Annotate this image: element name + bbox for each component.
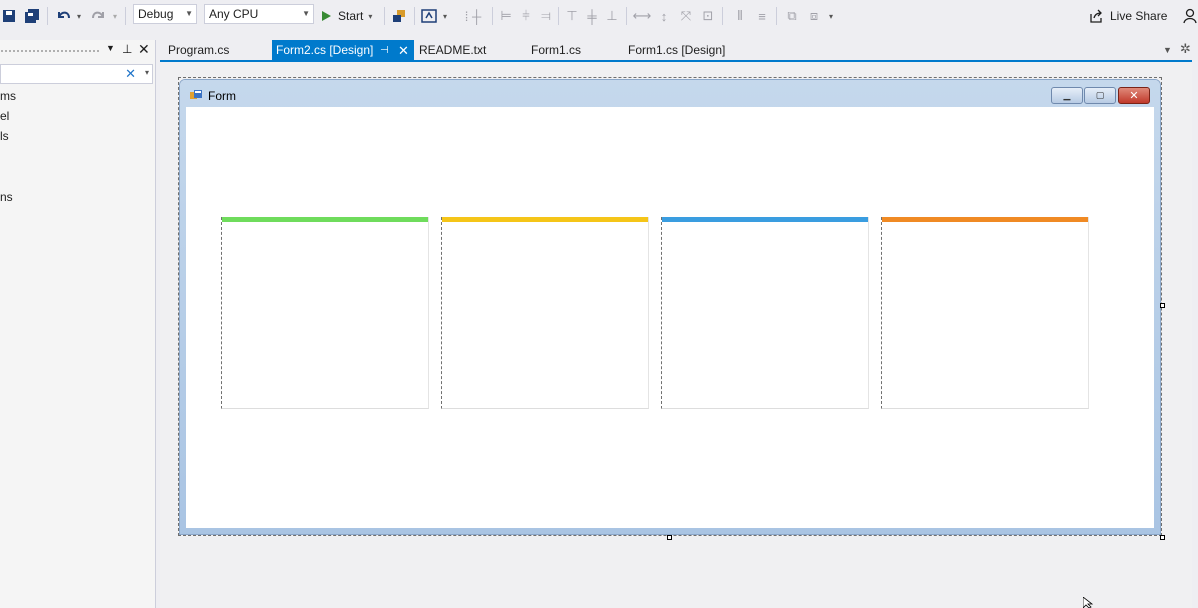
pin-icon[interactable]: ⊥ [122, 42, 132, 56]
form-icon [190, 90, 202, 99]
browser-link-icon[interactable] [390, 6, 408, 26]
save-icon[interactable] [0, 6, 18, 26]
redo-dropdown-icon[interactable]: ▾ [110, 6, 120, 26]
tree-item[interactable]: ms [0, 89, 16, 103]
size-to-grid-icon[interactable]: ⤧ [676, 6, 696, 26]
platform-value: Any CPU [209, 7, 259, 21]
live-share-button[interactable]: Live Share [1088, 6, 1170, 26]
resize-handle-right[interactable] [1160, 303, 1165, 308]
tab-label: Form2.cs [Design] [276, 43, 374, 57]
maximize-icon: ▢ [1095, 90, 1105, 100]
panel-accent-stripe [442, 217, 648, 222]
tab-form1-cs[interactable]: Form1.cs [531, 40, 621, 61]
chevron-down-icon: ▼ [302, 9, 310, 18]
make-same-height-icon[interactable]: ↕ [654, 6, 674, 26]
tab-label: Form1.cs [531, 43, 582, 57]
resize-handle-corner[interactable] [1160, 535, 1165, 540]
chevron-down-icon: ▼ [185, 9, 193, 18]
panel-accent-stripe [662, 217, 868, 222]
panel-orange[interactable] [881, 217, 1089, 409]
solution-explorer-panel: ▼ ⊥ ✕ ✕ ▾ ms el ls ns [0, 40, 156, 608]
form-title: Form [208, 89, 236, 103]
start-button[interactable]: Start ▾ [320, 6, 380, 26]
tab-label: Form1.cs [Design] [628, 43, 726, 57]
main-toolbar: ▾ ▾ Debug ▼ Any CPU ▼ Start ▾ ▾ ⁞ ┼ ⊨ ⫩ … [0, 0, 1198, 32]
vertical-spacing-icon[interactable]: ≡ [752, 6, 772, 26]
close-icon[interactable]: ✕ [138, 41, 150, 58]
panel-accent-stripe [882, 217, 1088, 222]
undo-icon[interactable] [54, 6, 72, 26]
tab-list-dropdown-icon[interactable]: ▼ [1163, 45, 1172, 55]
align-rights-icon[interactable]: ⫤ [536, 6, 556, 26]
tab-order-icon[interactable] [420, 6, 438, 26]
play-icon [322, 11, 331, 21]
horizontal-spacing-icon[interactable]: ⦀ [730, 6, 750, 26]
bring-to-front-icon[interactable]: ⧉ [782, 6, 802, 26]
mouse-cursor-icon [1083, 597, 1094, 608]
tree-item[interactable]: el [0, 109, 9, 123]
panel-accent-stripe [222, 217, 428, 222]
panel-yellow[interactable] [441, 217, 649, 409]
close-icon[interactable]: ✕ [398, 40, 409, 61]
toolbar-overflow-icon[interactable]: ▾ [440, 6, 450, 26]
save-all-icon[interactable] [24, 6, 42, 26]
panel-menu-icon[interactable]: ▼ [106, 43, 115, 53]
toolbar-overflow-icon[interactable]: ▾ [826, 6, 836, 26]
align-bottoms-icon[interactable]: ⊥ [602, 6, 622, 26]
tab-form1-design[interactable]: Form1.cs [Design] [628, 40, 768, 61]
tab-form2-design[interactable]: Form2.cs [Design] ⊣ ✕ [272, 40, 414, 61]
chevron-down-icon[interactable]: ▾ [145, 68, 149, 77]
tab-label: Program.cs [168, 43, 230, 57]
tree-item[interactable]: ns [0, 190, 13, 204]
live-share-label: Live Share [1110, 9, 1168, 23]
tree-item[interactable]: ls [0, 129, 9, 143]
resize-handle-bottom[interactable] [667, 535, 672, 540]
pin-icon[interactable]: ⊣ [380, 40, 389, 61]
tab-program-cs[interactable]: Program.cs [168, 40, 268, 61]
align-to-grid-icon[interactable]: ⁞ ┼ [458, 6, 488, 26]
document-tab-strip: Program.cs Form2.cs [Design] ⊣ ✕ README.… [160, 40, 1198, 62]
platform-select[interactable]: Any CPU ▼ [204, 4, 314, 24]
chevron-down-icon: ▾ [368, 11, 373, 21]
configuration-select[interactable]: Debug ▼ [133, 4, 197, 24]
make-same-size-icon[interactable]: ⊡ [698, 6, 718, 26]
undo-dropdown-icon[interactable]: ▾ [74, 6, 84, 26]
tab-label: README.txt [419, 43, 487, 57]
close-icon: ✕ [1129, 90, 1139, 102]
align-centers-icon[interactable]: ⫩ [516, 6, 536, 26]
panel-header: ▼ ⊥ ✕ [0, 40, 155, 62]
maximize-button[interactable]: ▢ [1084, 87, 1116, 104]
account-icon[interactable] [1182, 6, 1198, 26]
close-button[interactable]: ✕ [1118, 87, 1150, 104]
align-middles-icon[interactable]: ╪ [582, 6, 602, 26]
start-label: Start [338, 9, 364, 23]
send-to-back-icon[interactable]: ⧈ [804, 6, 824, 26]
clear-search-icon[interactable]: ✕ [125, 66, 136, 82]
share-icon [1090, 9, 1102, 23]
minimize-button[interactable]: ▁ [1051, 87, 1083, 104]
panel-grip[interactable] [0, 49, 100, 53]
configuration-value: Debug [138, 7, 174, 21]
panel-blue[interactable] [661, 217, 869, 409]
panel-green[interactable] [221, 217, 429, 409]
redo-icon[interactable] [90, 6, 108, 26]
align-tops-icon[interactable]: ⊤ [562, 6, 582, 26]
gear-icon[interactable]: ✲ [1180, 41, 1191, 57]
make-same-width-icon[interactable]: ⟷ [632, 6, 652, 26]
tab-readme-txt[interactable]: README.txt [419, 40, 519, 61]
align-lefts-icon[interactable]: ⊨ [496, 6, 516, 26]
minimize-icon: ▁ [1063, 90, 1071, 100]
panel-search-input[interactable]: ✕ ▾ [0, 64, 153, 84]
